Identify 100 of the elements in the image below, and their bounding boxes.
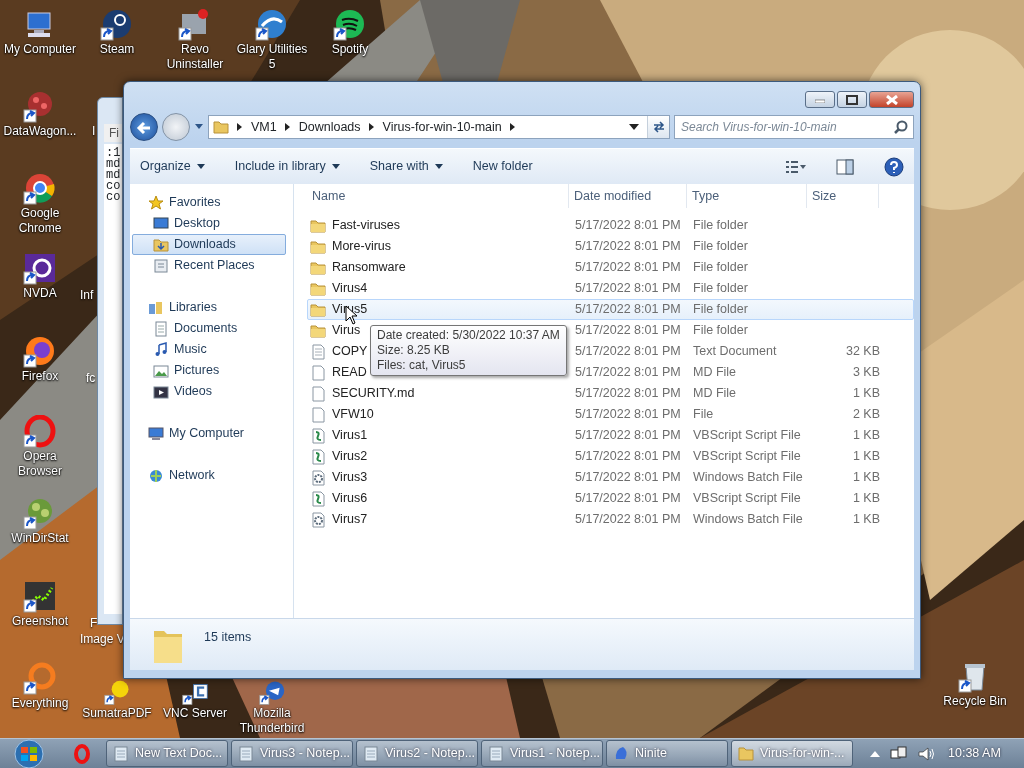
maximize-icon [846, 94, 858, 105]
toolbar-button[interactable]: Organize [140, 157, 205, 176]
file-name[interactable]: Ransomware [332, 258, 406, 277]
icon-label[interactable]: NVDA [23, 286, 57, 301]
ring-icon[interactable] [22, 662, 58, 696]
refresh-button[interactable] [647, 116, 669, 138]
preview-pane-icon[interactable] [836, 158, 854, 175]
type-cell-text: File [692, 406, 715, 424]
nav-item[interactable]: Downloads [132, 234, 286, 255]
chrome-icon[interactable] [22, 172, 58, 206]
file-name[interactable]: Virus2 [332, 447, 368, 466]
nav-item[interactable]: Libraries [132, 297, 286, 318]
breadcrumb-item[interactable]: Downloads [298, 117, 361, 137]
toolbar-button[interactable]: Share with [369, 157, 443, 176]
maximize-button[interactable] [837, 91, 867, 108]
videos-icon [153, 383, 169, 400]
file-name[interactable]: Virus [332, 321, 361, 340]
icon-label[interactable]: Recycle Bin [943, 694, 1007, 709]
type-cell-text: VBScript Script File [692, 448, 802, 466]
date-cell-text: 5/17/2022 8:01 PM [574, 406, 682, 424]
menu-item[interactable]: Fi [104, 124, 122, 142]
size-cell-text: 1 KB [851, 511, 880, 529]
nav-item[interactable]: Music [132, 339, 286, 360]
icon-label[interactable]: Steam [99, 42, 135, 57]
text-area[interactable]: :1 md md co co [104, 144, 122, 614]
chevron-icon[interactable] [368, 123, 375, 131]
icon-label[interactable]: Firefox [21, 369, 59, 384]
file-name[interactable]: Virus7 [332, 510, 368, 529]
file-name[interactable]: SECURITY.md [332, 384, 415, 403]
chevron-icon[interactable] [509, 123, 516, 131]
icon-label[interactable]: Glary Utilities 5 [232, 42, 312, 72]
show-hidden-icons[interactable] [870, 750, 880, 757]
nav-item[interactable]: Videos [132, 381, 286, 402]
icon-label[interactable]: VNC Server [163, 706, 227, 721]
network-icon[interactable] [890, 745, 908, 762]
nav-item[interactable]: My Computer [132, 423, 286, 444]
date-cell-text: 5/17/2022 8:01 PM [574, 490, 682, 508]
script-file-icon[interactable] [310, 448, 326, 465]
icon-label[interactable]: Inf [80, 288, 94, 303]
gear-file-icon[interactable] [310, 469, 326, 486]
nav-item[interactable]: Desktop [132, 213, 286, 234]
column-header[interactable]: Type [687, 184, 807, 208]
chevron-icon[interactable] [237, 123, 243, 131]
view-options-icon[interactable] [786, 160, 806, 173]
icon-label[interactable]: DataWagon... [3, 124, 77, 139]
type-cell-text: File folder [692, 217, 749, 235]
size-cell-text: 2 KB [851, 406, 880, 424]
toolbar-button[interactable]: Include in library [234, 157, 340, 176]
icon-label[interactable]: Google Chrome [0, 206, 80, 236]
search-field[interactable]: Search Virus-for-win-10-main [674, 115, 914, 139]
nav-item[interactable]: Favorites [132, 192, 286, 213]
breadcrumb-item[interactable]: VM1 [251, 117, 277, 137]
icon-label[interactable]: Revo Uninstaller [155, 42, 235, 72]
file-name[interactable]: Virus1 [332, 426, 368, 445]
script-file-icon[interactable] [310, 490, 326, 507]
pdf-icon[interactable] [103, 680, 131, 706]
help-icon[interactable] [884, 156, 904, 177]
nav-item[interactable]: Recent Places [132, 255, 286, 276]
volume-icon[interactable] [918, 745, 936, 762]
dropdown-icon[interactable] [629, 124, 639, 130]
file-name[interactable]: Fast-viruses [332, 216, 401, 235]
chevron-icon[interactable] [284, 123, 291, 131]
file-name[interactable]: More-virus [332, 237, 392, 256]
thunderbird-icon[interactable] [258, 680, 286, 706]
breadcrumb-item[interactable]: Virus-for-win-10-main [382, 117, 502, 137]
type-cell-text: VBScript Script File [692, 490, 802, 508]
icon-label[interactable]: My Computer [4, 42, 76, 57]
column-header[interactable]: Date modified [569, 184, 687, 208]
toolbar-button[interactable]: New folder [472, 157, 533, 176]
icon-label[interactable]: F [90, 616, 98, 631]
icon-label[interactable]: WinDirStat [11, 531, 69, 546]
file-name[interactable]: Virus6 [332, 489, 368, 508]
search-icon[interactable] [894, 120, 908, 134]
icon-label[interactable]: Spotify [331, 42, 369, 57]
opera-icon[interactable] [22, 415, 58, 449]
icon-label[interactable]: Everything [11, 696, 69, 711]
date-cell-text: 5/17/2022 8:01 PM [574, 427, 682, 445]
nvda-icon[interactable] [22, 252, 58, 286]
gear-file-icon[interactable] [310, 511, 326, 528]
minimize-button[interactable] [805, 91, 835, 108]
size-cell-text: 1 KB [851, 448, 880, 466]
icon-label[interactable]: SumatraPDF [82, 706, 152, 721]
file-name[interactable]: Virus3 [332, 468, 368, 487]
column-header[interactable]: Name [307, 184, 569, 208]
back-button[interactable] [130, 113, 158, 141]
file-name[interactable]: READ [332, 363, 367, 382]
address-bar[interactable]: VM1 Downloads Virus-for-win-10-main [208, 115, 670, 139]
nav-item[interactable]: Documents [132, 318, 286, 339]
icon-label[interactable]: I [92, 124, 96, 139]
column-header[interactable]: Size [807, 184, 879, 208]
close-button[interactable] [869, 91, 914, 108]
file-name[interactable]: VFW10 [332, 405, 374, 424]
nav-item[interactable]: Pictures [132, 360, 286, 381]
file-name[interactable]: Virus4 [332, 279, 368, 298]
script-file-icon[interactable] [310, 427, 326, 444]
text-line: co [106, 192, 122, 203]
nav-item[interactable]: Network [132, 465, 286, 486]
file-name[interactable]: COPY [332, 342, 368, 361]
icon-label[interactable]: Greenshot [11, 614, 68, 629]
greenshot-icon[interactable] [22, 580, 58, 614]
